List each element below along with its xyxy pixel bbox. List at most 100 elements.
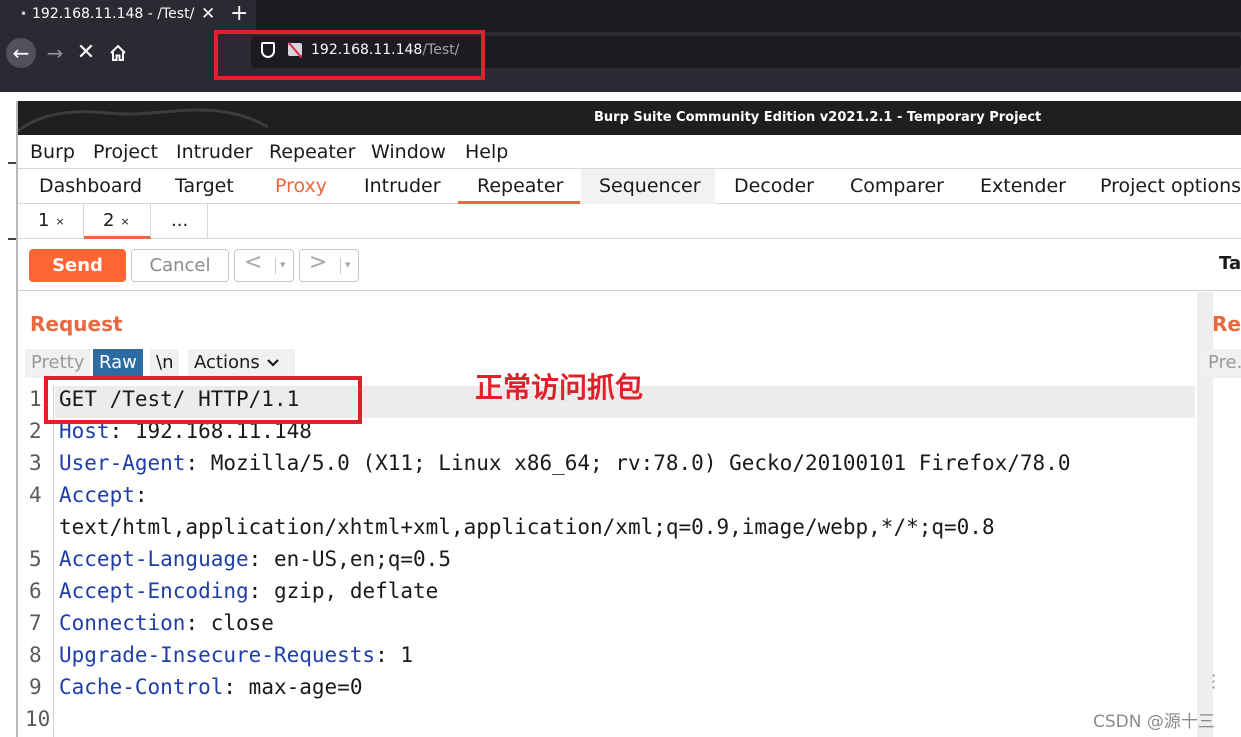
- dropdown-caret-icon[interactable]: ▾: [340, 258, 351, 274]
- repeater-action-bar: Send Cancel < ▾ > ▾ Ta: [18, 239, 1241, 291]
- tab-decoder[interactable]: Decoder: [734, 169, 814, 204]
- browser-tab-strip: • 192.168.11.148 - /Test/ ✕ +: [0, 0, 1241, 32]
- menu-intruder[interactable]: Intruder: [176, 141, 253, 163]
- repeater-tab-label: 2: [103, 210, 115, 231]
- tab-project-options[interactable]: Project options: [1100, 169, 1241, 204]
- history-back-button[interactable]: < ▾: [234, 249, 294, 282]
- dropdown-caret-icon[interactable]: ▾: [275, 258, 286, 274]
- request-pane: Request Pretty Raw \n Actions 1234567891…: [18, 292, 1198, 737]
- line-number: 5: [29, 547, 42, 571]
- line-number: 1: [29, 387, 42, 411]
- forward-arrow-icon[interactable]: →: [40, 38, 70, 68]
- burp-tool-tabs: Dashboard Target Proxy Intruder Repeater…: [18, 169, 1241, 204]
- chevron-down-icon: [266, 359, 279, 367]
- new-tab-button[interactable]: +: [230, 1, 248, 26]
- request-title: Request: [30, 312, 123, 336]
- tab-comparer[interactable]: Comparer: [850, 169, 944, 204]
- tab-title: 192.168.11.148 - /Test/: [32, 6, 195, 22]
- new-tab-ellipsis: ...: [171, 210, 189, 231]
- menu-window[interactable]: Window: [371, 141, 446, 163]
- request-editor[interactable]: 1 2 3 4 5 6 7 8 9 10 GET /Test/ HTTP/1.1 Host: 192…: [25, 386, 1195, 737]
- tab-extender[interactable]: Extender: [980, 169, 1066, 204]
- header-name: Accept-Language: [59, 547, 249, 571]
- line-number: 3: [29, 451, 42, 475]
- view-newline-toggle[interactable]: \n: [150, 349, 180, 378]
- header-name: User-Agent: [59, 451, 186, 475]
- response-title: Res: [1212, 312, 1241, 336]
- request-line: Accept-Language: en-US,en;q=0.5: [59, 547, 451, 571]
- line-number-gutter: 1 2 3 4 5 6 7 8 9 10: [25, 386, 54, 737]
- send-button[interactable]: Send: [29, 249, 126, 282]
- line-number: 10: [25, 707, 51, 731]
- line-number: 4: [29, 483, 42, 507]
- tab-loading-dot-icon: •: [20, 7, 28, 21]
- header-value: close: [198, 611, 274, 635]
- browser-tab[interactable]: • 192.168.11.148 - /Test/ ✕: [0, 0, 256, 32]
- screenshot: • 192.168.11.148 - /Test/ ✕ + ← → ✕ 192.…: [0, 0, 1241, 737]
- header-value: Mozilla/5.0 (X11; Linux x86_64; rv:78.0)…: [198, 451, 1071, 475]
- menu-burp[interactable]: Burp: [30, 141, 75, 163]
- close-tab-icon[interactable]: ×: [120, 215, 129, 228]
- kali-dragon-icon: [18, 108, 268, 133]
- tab-target[interactable]: Target: [175, 169, 234, 204]
- request-line: Upgrade-Insecure-Requests: 1: [59, 643, 413, 667]
- url-highlight-box: [214, 30, 485, 80]
- header-separator: :: [248, 579, 262, 603]
- menu-repeater[interactable]: Repeater: [269, 141, 355, 163]
- header-value: max-age=0: [236, 675, 363, 699]
- header-name: Cache-Control: [59, 675, 224, 699]
- view-pretty-tab[interactable]: Pretty: [25, 349, 91, 378]
- history-forward-button[interactable]: > ▾: [299, 249, 359, 282]
- browser-nav-bar: ← → ✕ 192.168.11.148/Test/: [0, 32, 1241, 92]
- repeater-tab-1[interactable]: 1 ×: [18, 204, 84, 239]
- actions-menu-button[interactable]: Actions: [188, 349, 295, 378]
- repeater-tab-2[interactable]: 2 ×: [84, 204, 151, 239]
- request-line: Cache-Control: max-age=0: [59, 675, 362, 699]
- tab-intruder[interactable]: Intruder: [364, 169, 441, 204]
- forward-chevron-icon: >: [309, 250, 328, 275]
- header-separator: :: [223, 675, 237, 699]
- header-separator: :: [375, 643, 388, 667]
- header-separator: :: [134, 483, 148, 507]
- repeater-subtabs: 1 × 2 × ...: [18, 204, 1241, 239]
- watermark: CSDN @源十三: [1093, 712, 1215, 732]
- tab-sequencer[interactable]: Sequencer: [599, 169, 701, 204]
- header-value: text/html,application/xhtml+xml,applicat…: [59, 515, 995, 539]
- header-separator: :: [248, 547, 262, 571]
- stop-loading-icon[interactable]: ✕: [71, 38, 101, 68]
- burp-window-title: Burp Suite Community Edition v2021.2.1 -…: [594, 110, 1042, 125]
- splitter-grip-icon[interactable]: · · ·: [1211, 668, 1216, 696]
- repeater-tab-label: 1: [38, 210, 50, 231]
- line-number: 7: [29, 611, 42, 635]
- home-icon[interactable]: [103, 38, 133, 68]
- line-number: 8: [29, 643, 42, 667]
- back-arrow-icon[interactable]: ←: [6, 38, 36, 68]
- burp-menu-bar: Burp Project Intruder Repeater Window He…: [18, 135, 1241, 169]
- request-line: User-Agent: Mozilla/5.0 (X11; Linux x86_…: [59, 451, 1070, 475]
- header-value: en-US,en;q=0.5: [261, 547, 451, 571]
- target-label-truncated: Ta: [1219, 253, 1241, 274]
- cancel-button[interactable]: Cancel: [131, 249, 229, 282]
- request-line: Connection: close: [59, 611, 274, 635]
- actions-label: Actions: [194, 352, 260, 373]
- menu-project[interactable]: Project: [93, 141, 158, 163]
- view-raw-tab[interactable]: Raw: [93, 349, 143, 378]
- request-line: text/html,application/xhtml+xml,applicat…: [59, 515, 995, 539]
- header-value: 1: [387, 643, 414, 667]
- request-line: Accept-Encoding: gzip, deflate: [59, 579, 438, 603]
- request-line: Accept:: [59, 483, 148, 507]
- request-line-highlight-box: [44, 376, 362, 424]
- tab-proxy[interactable]: Proxy: [275, 169, 327, 204]
- menu-help[interactable]: Help: [465, 141, 508, 163]
- header-separator: :: [185, 451, 199, 475]
- response-view-tab[interactable]: Pre...: [1202, 349, 1241, 378]
- header-name: Accept-Encoding: [59, 579, 249, 603]
- close-tab-icon[interactable]: ×: [55, 215, 64, 228]
- line-number: 2: [29, 419, 42, 443]
- repeater-new-tab[interactable]: ...: [151, 204, 208, 239]
- tab-dashboard[interactable]: Dashboard: [39, 169, 142, 204]
- burp-title-bar: Burp Suite Community Edition v2021.2.1 -…: [18, 101, 1241, 135]
- header-name: Connection: [59, 611, 186, 635]
- tab-repeater[interactable]: Repeater: [458, 169, 580, 204]
- tab-close-icon[interactable]: ✕: [201, 4, 215, 24]
